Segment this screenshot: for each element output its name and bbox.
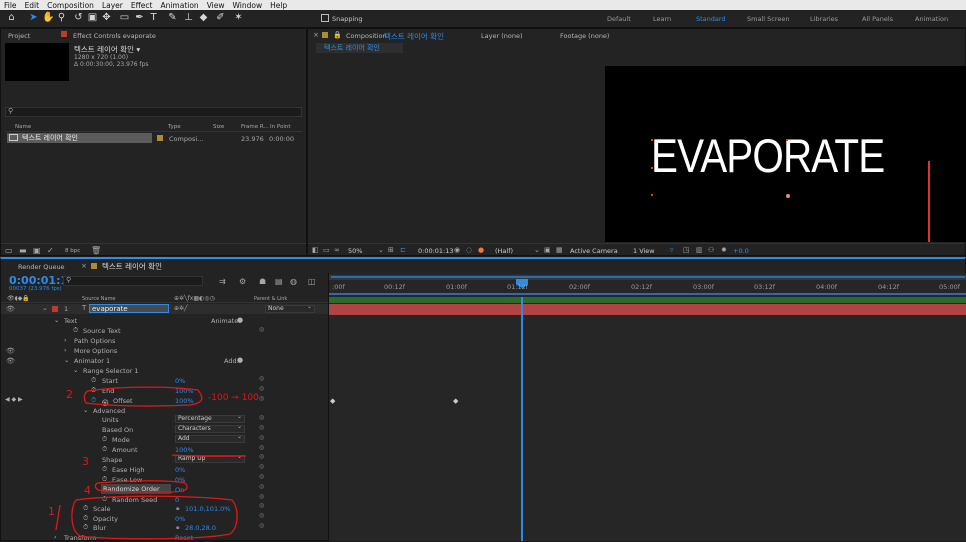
annotation-number-4: 4 <box>84 484 91 497</box>
annotation-digit-one <box>55 504 61 531</box>
annotation-offset-circle <box>83 386 203 407</box>
red-annotations-overlay: 2 3 4 1 -100 → 100 <box>48 386 259 540</box>
annotation-shape-underline <box>171 454 247 457</box>
annotation-offset-note: -100 → 100 <box>208 393 259 403</box>
annotation-randomize-circle <box>94 480 188 493</box>
annotation-number-1: 1 <box>48 505 55 518</box>
annotation-bottom-box <box>71 495 238 540</box>
annotation-number-3: 3 <box>82 455 89 468</box>
annotation-number-2: 2 <box>66 388 73 401</box>
